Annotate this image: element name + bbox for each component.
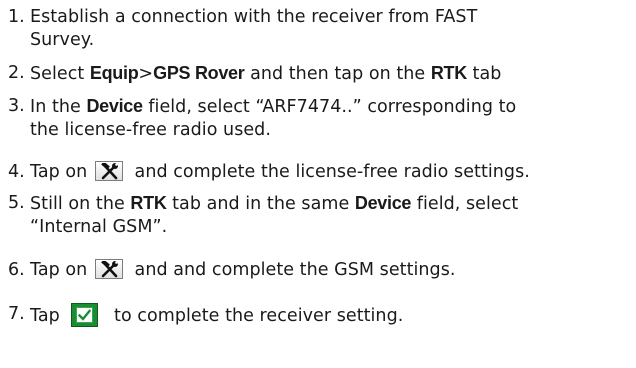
step-number: 2. bbox=[8, 63, 25, 83]
menu-label-equip: Equip bbox=[89, 63, 139, 83]
step-4: 4. Tap on and complete the license-free … bbox=[8, 161, 633, 184]
step-6: 6. Tap on and and complete the GSM setti… bbox=[8, 259, 633, 282]
tools-icon-glyph bbox=[101, 163, 118, 180]
step-text: tab and in the same bbox=[166, 194, 355, 214]
step-text: and and complete the GSM settings. bbox=[134, 260, 456, 280]
step-text: Establish a connection with the receiver… bbox=[30, 7, 478, 27]
menu-label-gps-rover: GPS Rover bbox=[153, 63, 245, 83]
step-text: Select bbox=[30, 64, 90, 84]
step-number: 5. bbox=[8, 193, 25, 213]
step-text: > bbox=[138, 64, 154, 84]
step-text: field, select “ARF7474..” corresponding … bbox=[142, 97, 517, 117]
step-text: Still on the bbox=[30, 194, 131, 214]
step-number: 6. bbox=[8, 260, 25, 280]
step-number: 4. bbox=[8, 162, 25, 182]
field-label-device: Device bbox=[86, 96, 143, 116]
tab-label-rtk: RTK bbox=[130, 193, 167, 213]
step-text: and then tap on the bbox=[244, 64, 431, 84]
step-text: to complete the receiver setting. bbox=[114, 306, 404, 326]
step-number: 3. bbox=[8, 96, 25, 116]
step-text: Tap on bbox=[30, 260, 88, 280]
step-7: 7. Tap to complete the receiver setting. bbox=[8, 303, 633, 328]
step-text-continued: “Internal GSM”. bbox=[30, 217, 168, 237]
field-label-device: Device bbox=[354, 193, 412, 213]
tools-icon bbox=[94, 161, 123, 181]
step-text: Tap on bbox=[30, 162, 88, 182]
step-3: 3. In the Device field, select “ARF7474.… bbox=[8, 95, 633, 142]
step-number: 7. bbox=[8, 304, 25, 324]
step-text-continued: the license-free radio used. bbox=[30, 120, 271, 140]
step-1: 1. Establish a connection with the recei… bbox=[8, 6, 633, 52]
step-number: 1. bbox=[8, 7, 25, 27]
step-text: field, select bbox=[411, 194, 519, 214]
step-2: 2. Select Equip>GPS Rover and then tap o… bbox=[8, 62, 633, 86]
tab-label-rtk: RTK bbox=[430, 63, 467, 83]
step-text: tab bbox=[466, 64, 502, 84]
check-icon-glyph bbox=[78, 309, 92, 321]
tools-icon bbox=[94, 259, 123, 279]
instruction-steps: 1. Establish a connection with the recei… bbox=[8, 6, 633, 328]
step-text: In the bbox=[30, 97, 87, 117]
step-text: Tap bbox=[30, 306, 60, 326]
step-text: and complete the license-free radio sett… bbox=[134, 162, 530, 182]
step-text-continued: Survey. bbox=[30, 30, 95, 50]
step-5: 5. Still on the RTK tab and in the same … bbox=[8, 192, 633, 239]
tools-icon-glyph bbox=[101, 261, 118, 278]
green-check-icon bbox=[71, 303, 99, 327]
